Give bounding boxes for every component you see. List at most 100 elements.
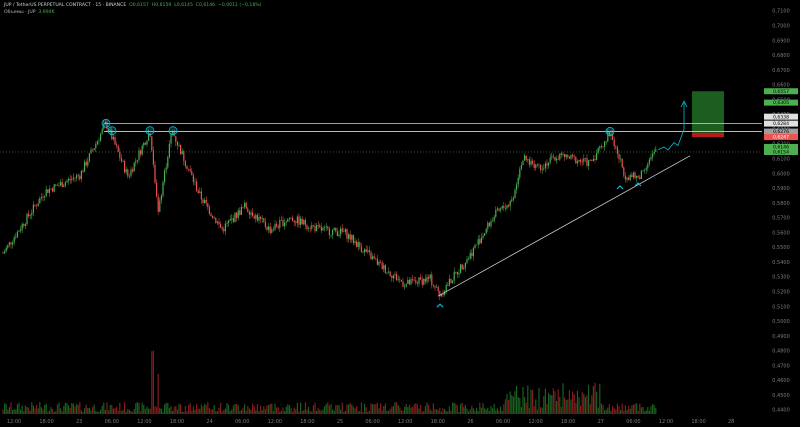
candle-body bbox=[466, 259, 468, 263]
volume-bar bbox=[372, 404, 374, 414]
volume-bar bbox=[620, 410, 622, 414]
caret-up-marker bbox=[616, 185, 624, 190]
volume-bar bbox=[442, 408, 444, 414]
candle-body bbox=[56, 185, 58, 186]
price-axis[interactable]: 0,7100 0,7000 0,6900 0,6800 0,6700 0,66000,65… bbox=[762, 0, 800, 427]
volume-bar bbox=[72, 403, 74, 414]
volume-bar bbox=[141, 402, 143, 414]
candle-body bbox=[325, 226, 327, 228]
volume-bar bbox=[509, 391, 511, 414]
candle-body bbox=[47, 189, 49, 193]
volume-bar bbox=[370, 403, 372, 414]
candle-body bbox=[469, 253, 471, 259]
candle-body bbox=[316, 225, 318, 232]
candle-body bbox=[261, 218, 263, 219]
candle-body bbox=[184, 160, 186, 167]
volume-bar bbox=[208, 408, 210, 414]
candle-body bbox=[144, 142, 146, 145]
symbol-legend[interactable]: JUP / TetherUS PERPETUAL CONTRACT · 15 ·… bbox=[4, 2, 261, 9]
chart-header: JUP / TetherUS PERPETUAL CONTRACT · 15 ·… bbox=[4, 2, 261, 16]
volume-bar bbox=[381, 410, 383, 414]
volume-bar bbox=[368, 410, 370, 414]
candle-body bbox=[367, 250, 369, 252]
volume-bar bbox=[226, 402, 228, 414]
candle-body bbox=[5, 247, 7, 252]
candle-body bbox=[576, 161, 578, 164]
candle-body bbox=[221, 227, 223, 230]
candle-body bbox=[447, 285, 449, 286]
volume-bar bbox=[629, 408, 631, 414]
volume-bar bbox=[124, 402, 126, 414]
candle-body bbox=[61, 182, 63, 188]
candle-body bbox=[432, 284, 434, 286]
candle-body bbox=[623, 167, 625, 176]
candle-body bbox=[490, 221, 492, 227]
candle-body bbox=[208, 206, 210, 214]
candle-body bbox=[528, 159, 530, 165]
volume-bar bbox=[74, 406, 76, 414]
volume-bar bbox=[16, 404, 18, 414]
volume-bar bbox=[181, 411, 183, 414]
candle-body bbox=[370, 252, 372, 260]
volume-bar bbox=[23, 411, 25, 414]
candle-body bbox=[509, 201, 511, 207]
candle-body bbox=[264, 221, 266, 227]
volume-bar bbox=[216, 411, 218, 414]
candle-body bbox=[210, 213, 212, 216]
candle-body bbox=[24, 224, 26, 226]
volume-bar bbox=[412, 407, 414, 414]
volume-bar bbox=[12, 410, 14, 414]
candle-body bbox=[112, 137, 114, 140]
volume-bar bbox=[146, 406, 148, 414]
candle-body bbox=[244, 202, 246, 208]
candle-body bbox=[535, 164, 537, 168]
candle-body bbox=[96, 141, 98, 144]
candle-body bbox=[352, 234, 354, 243]
candle-body bbox=[376, 258, 378, 265]
candle-body bbox=[434, 285, 436, 288]
volume-bar bbox=[276, 407, 278, 414]
volume-bar bbox=[303, 410, 305, 414]
volume-bar bbox=[392, 406, 394, 414]
candle-body bbox=[85, 161, 87, 166]
candle-body bbox=[48, 188, 50, 193]
candle-body bbox=[415, 280, 417, 283]
volume-bar bbox=[636, 403, 638, 414]
pivot-circle-marker bbox=[168, 126, 178, 136]
volume-bar bbox=[280, 410, 282, 414]
volume-bar bbox=[104, 409, 106, 414]
volume-bar bbox=[168, 408, 170, 414]
candle-body bbox=[373, 256, 375, 259]
volume-legend[interactable]: Объемы · JUP 3,994K bbox=[4, 9, 261, 16]
volume-bar bbox=[240, 409, 242, 414]
candle-body bbox=[458, 272, 460, 275]
candle-body bbox=[168, 143, 170, 158]
volume-bar bbox=[397, 404, 399, 414]
volume-bar bbox=[252, 403, 254, 414]
candle-body bbox=[578, 159, 580, 162]
candle-body bbox=[258, 216, 260, 221]
volume-bar bbox=[364, 403, 366, 414]
candle-body bbox=[237, 210, 239, 218]
candle-body bbox=[476, 244, 478, 246]
volume-bar bbox=[469, 409, 471, 414]
candle-body bbox=[420, 277, 422, 280]
candle-body bbox=[92, 149, 94, 151]
volume-bar bbox=[652, 404, 654, 414]
candle-body bbox=[564, 154, 566, 158]
volume-bar bbox=[447, 411, 449, 414]
candle-body bbox=[511, 199, 513, 202]
time-tick-label: 26 bbox=[467, 419, 473, 425]
volume-bar bbox=[405, 404, 407, 414]
candle-body bbox=[642, 170, 644, 171]
time-axis[interactable]: 12:00 18:00 23 06:00 12:00 18:00 24 06:00 12:00 1… bbox=[7, 419, 735, 425]
candle-body bbox=[463, 267, 465, 270]
candle-body bbox=[615, 146, 617, 148]
volume-bar bbox=[512, 396, 514, 414]
volume-bar bbox=[472, 408, 474, 414]
volume-bar bbox=[410, 407, 412, 414]
price-chart[interactable]: 0,7100 0,7000 0,6900 0,6800 0,6700 0,66000,65… bbox=[0, 0, 800, 427]
candle-body bbox=[165, 167, 167, 171]
candle-body bbox=[152, 150, 154, 165]
volume-bar bbox=[138, 402, 140, 414]
